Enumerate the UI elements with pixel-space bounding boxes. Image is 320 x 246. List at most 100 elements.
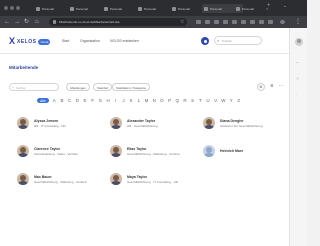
browser-tab[interactable]: Personal✕ (36, 4, 73, 13)
alphabet-letter-i[interactable]: I (114, 98, 119, 103)
people-search-input[interactable]: ⌕ Suchen (9, 83, 59, 91)
more-options-icon[interactable]: ⋯ (277, 83, 285, 91)
filter-bar: ⌕ Suchen Abteilungen Standort Startdatum… (9, 83, 287, 93)
alphabet-letter-p[interactable]: P (167, 98, 172, 103)
avatar (17, 145, 29, 157)
person-role: Geschäftsführung · Marketing · Vertrieb (127, 151, 180, 156)
bookmark-star-icon[interactable]: ☆ (180, 18, 184, 26)
extension-icon[interactable] (223, 20, 228, 24)
extension-icon[interactable] (196, 20, 201, 24)
address-bar[interactable]: Mitarbeitende-sx-cloud.de/Mitarbeitende/… (49, 18, 187, 26)
alphabet-letter-c[interactable]: C (67, 98, 72, 103)
person-role: Geschäftsführung · IT Consulting · HR (127, 179, 178, 184)
app-page: X XELOS Cloud Start Organisation XELOS e… (0, 28, 289, 246)
tab-list-icon[interactable]: ⌄ (283, 3, 287, 9)
alphabet-letter-v[interactable]: V (213, 98, 218, 103)
tab-favicon-icon (70, 6, 74, 11)
address-bar-row: ← → ↻ ⌂ Mitarbeitende-sx-cloud.de/Mitarb… (0, 16, 307, 28)
extension-icon[interactable] (232, 20, 237, 24)
browser-tab[interactable]: Personal✕ (104, 4, 141, 13)
person-card[interactable]: Alexander Taylor HR · Geschäftsführung (110, 112, 158, 134)
person-role: HR · IT Consulting · HR (34, 123, 66, 128)
alphabet-letter-l[interactable]: L (137, 98, 142, 103)
app-header: X XELOS Cloud Start Organisation XELOS e… (0, 28, 289, 54)
person-card[interactable]: Max Bauer Geschäftsführung · Marketing · … (17, 168, 87, 190)
filter-chip-departments[interactable]: Abteilungen (66, 83, 90, 91)
alphabet-letter-z[interactable]: Z (237, 98, 242, 103)
avatar (110, 117, 122, 129)
forward-icon[interactable]: → (14, 18, 20, 26)
alphabet-letter-f[interactable]: F (90, 98, 95, 103)
person-role: Vertriebsleitung · Sales · Vertrieb (34, 151, 78, 156)
alphabet-letter-t[interactable]: T (198, 98, 203, 103)
extension-icon[interactable] (268, 20, 273, 24)
browser-menu-icon[interactable]: ⋮ (295, 18, 301, 26)
browser-tab[interactable]: Personal✕ (70, 4, 107, 13)
browser-tab-strip: Personal✕ Personal✕ Personal✕ Personal✕ … (0, 0, 307, 16)
list-view-button[interactable]: ≡ (268, 83, 276, 91)
person-card[interactable]: Clarence Taylor Vertriebsleitung · Sales … (17, 140, 78, 162)
search-icon: ⌕ (217, 38, 220, 43)
browser-tab[interactable]: Personal✕ (236, 4, 269, 13)
alphabet-letter-w[interactable]: W (221, 98, 226, 103)
person-name: Maya Taylor (127, 174, 147, 179)
alphabet-letter-b[interactable]: B (60, 98, 65, 103)
extension-icon[interactable] (250, 20, 255, 24)
nav-link-organisation[interactable]: Organisation (80, 39, 100, 43)
alphabet-letter-y[interactable]: Y (229, 98, 234, 103)
alphabet-letter-m[interactable]: M (144, 98, 149, 103)
nav-link-xelos-entdecken[interactable]: XELOS entdecken (110, 39, 139, 43)
notification-icon[interactable] (201, 37, 209, 45)
profile-icon[interactable] (280, 20, 285, 24)
maximize-window-icon[interactable] (16, 6, 20, 10)
lock-icon (53, 20, 56, 24)
reload-icon[interactable]: ↻ (24, 18, 29, 26)
alphabet-letter-n[interactable]: N (152, 98, 157, 103)
alphabet-letter-k[interactable]: K (129, 98, 134, 103)
browser-tab[interactable]: Personal✕ (138, 4, 175, 13)
filter-chip-location[interactable]: Standort (93, 83, 113, 91)
url-text: Mitarbeitende-sx-cloud.de/Mitarbeitende/… (59, 20, 120, 24)
person-name: Clarence Taylor (34, 146, 61, 151)
minus-icon[interactable]: − (296, 60, 299, 66)
tab-favicon-icon (172, 6, 176, 11)
nav-link-start[interactable]: Start (62, 39, 69, 43)
xelos-logo[interactable]: X XELOS Cloud (9, 37, 51, 46)
person-name: Alyssa Jensen (34, 118, 59, 123)
alphabet-letter-o[interactable]: O (160, 98, 165, 103)
minimize-window-icon[interactable] (10, 6, 14, 10)
person-name: Alexander Taylor (127, 118, 156, 123)
person-card[interactable]: Diana Dengler Assistenz der Geschäftsführ… (203, 112, 263, 134)
grid-view-button[interactable]: ⊞ (257, 83, 265, 91)
alphabet-letter-j[interactable]: J (121, 98, 126, 103)
alphabet-letter-h[interactable]: H (106, 98, 111, 103)
tab-favicon-icon (104, 6, 108, 11)
extension-icon[interactable] (214, 20, 219, 24)
alphabet-letter-r[interactable]: R (183, 98, 188, 103)
filter-chip-category[interactable]: Startdatum / Kategorie (112, 83, 151, 91)
person-card[interactable]: Heinrich Marx (203, 140, 243, 162)
alphabet-all-button[interactable]: Alle (37, 98, 49, 103)
home-icon[interactable]: ⌂ (35, 18, 39, 26)
extension-icon[interactable] (241, 20, 246, 24)
alphabet-letter-e[interactable]: E (83, 98, 88, 103)
user-avatar[interactable] (295, 38, 303, 46)
person-card[interactable]: Maya Taylor Geschäftsführung · IT Consult… (110, 168, 178, 190)
refresh-icon[interactable]: ○ (296, 76, 299, 82)
person-card[interactable]: Elias Taylor Geschäftsführung · Marketing… (110, 140, 180, 162)
alphabet-letter-g[interactable]: G (98, 98, 103, 103)
extension-icon[interactable] (205, 20, 210, 24)
header-search-input[interactable]: ⌕ Suchen (214, 36, 262, 45)
alphabet-letter-d[interactable]: D (75, 98, 80, 103)
close-window-icon[interactable] (4, 6, 8, 10)
alphabet-letter-s[interactable]: S (190, 98, 195, 103)
person-card[interactable]: Alyssa Jensen HR · IT Consulting · HR (17, 112, 66, 134)
settings-icon[interactable]: · (296, 92, 298, 98)
alphabet-letter-u[interactable]: U (206, 98, 211, 103)
new-tab-button[interactable]: + (267, 3, 271, 9)
extension-icon[interactable] (259, 20, 264, 24)
alphabet-letter-q[interactable]: Q (175, 98, 180, 103)
alphabet-letter-a[interactable]: A (52, 98, 57, 103)
back-icon[interactable]: ← (4, 18, 10, 26)
person-name: Diana Dengler (220, 118, 244, 123)
